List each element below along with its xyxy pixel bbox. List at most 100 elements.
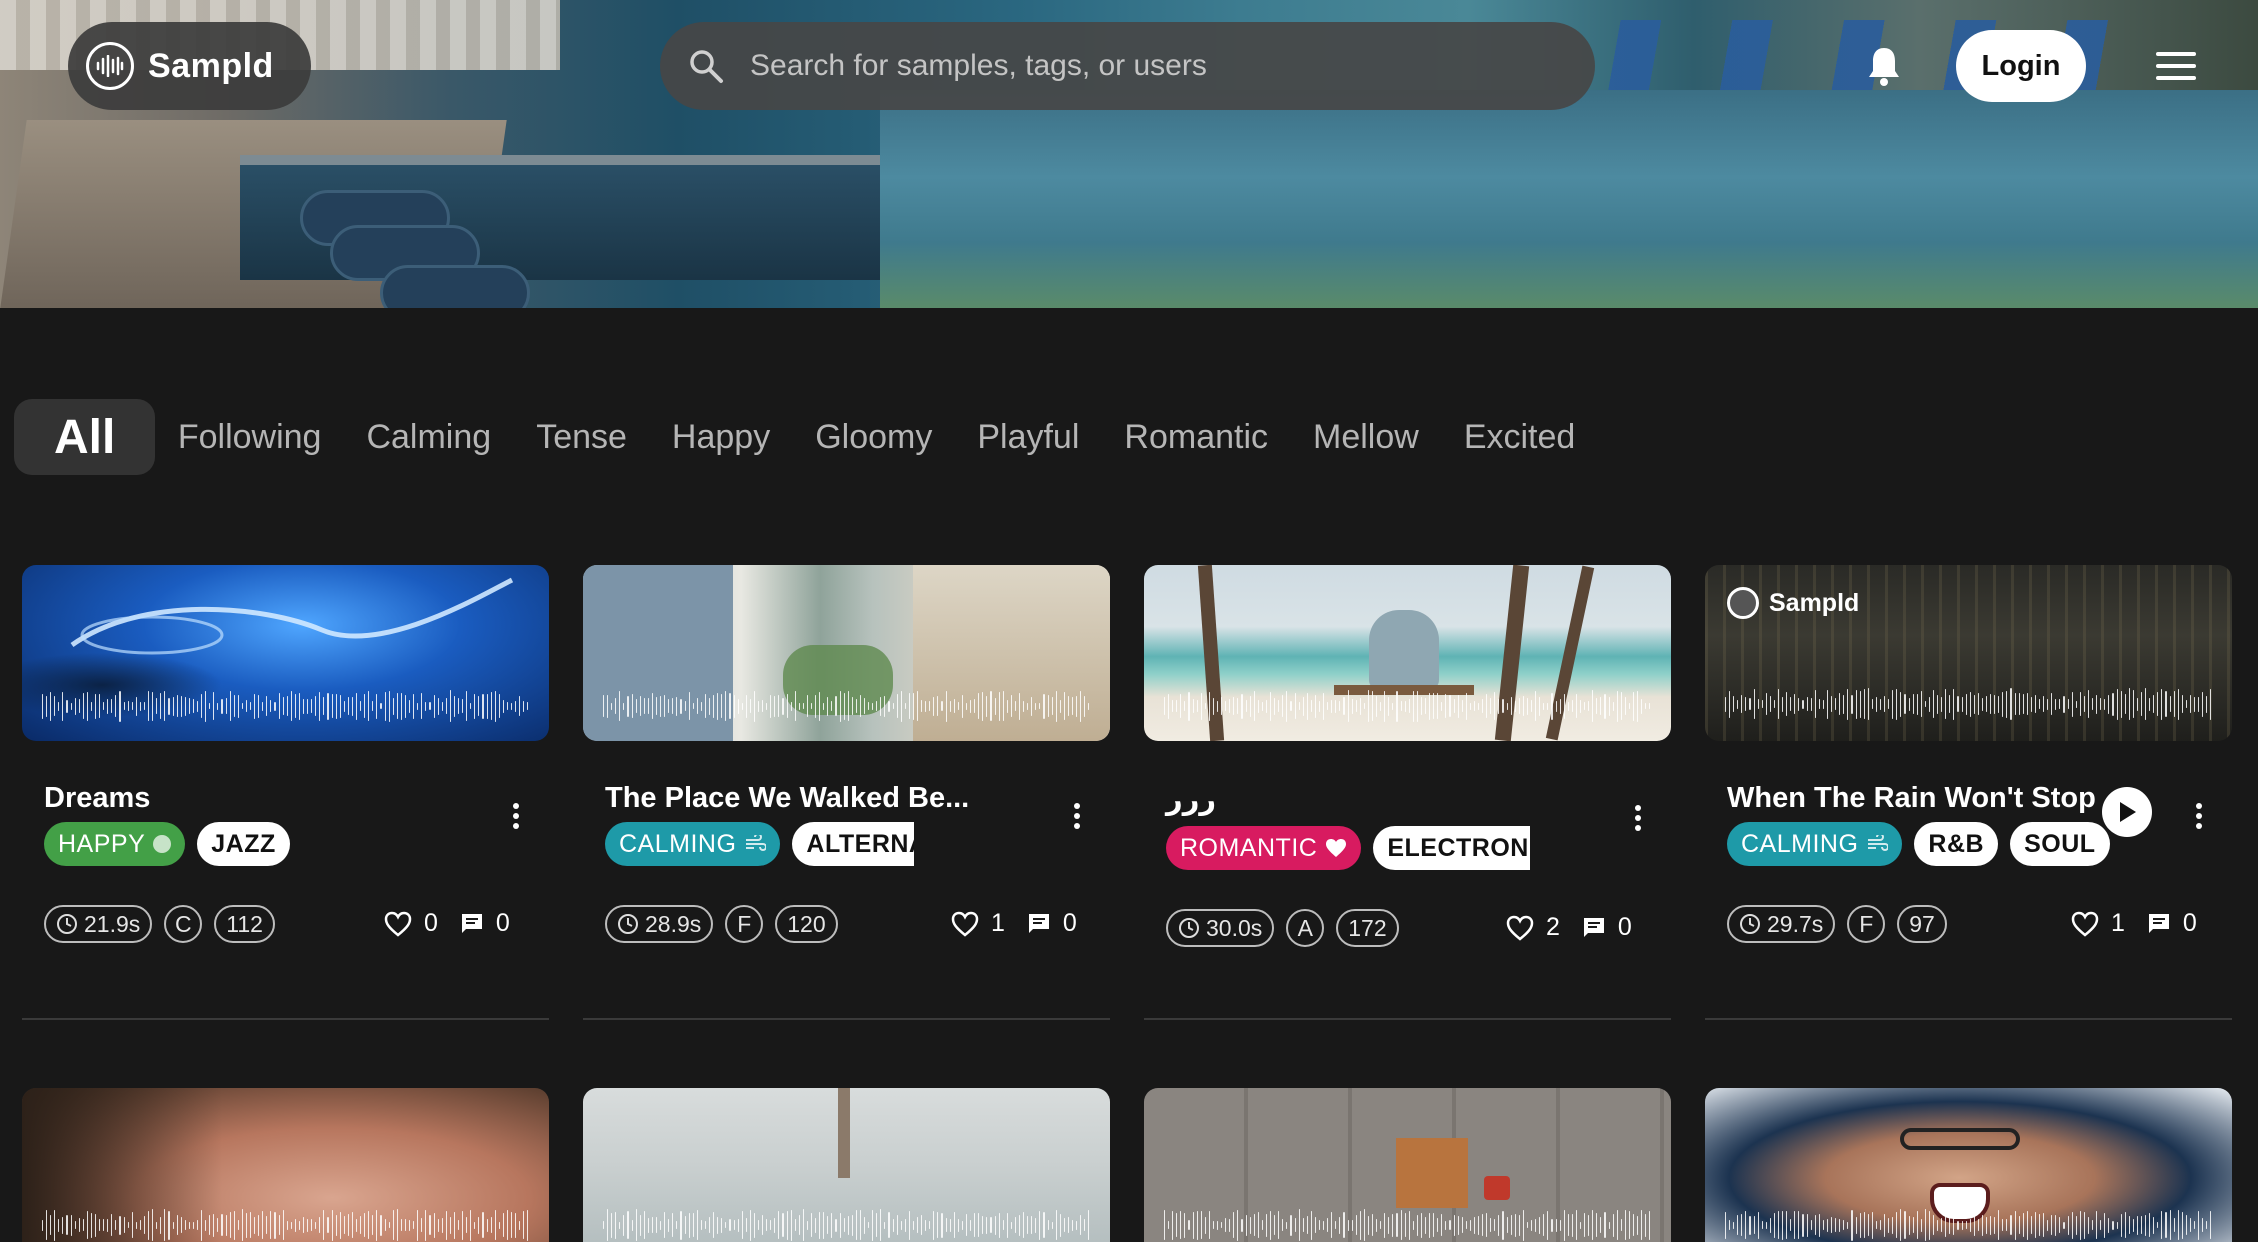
- waveform-bar: [1257, 1212, 1259, 1238]
- sample-card[interactable]: Dreams HAPPY JAZZ 21.9s C 112 0 0: [22, 565, 549, 943]
- sample-card[interactable]: Sampld When The Rain Won't Stop CALMING …: [1705, 565, 2232, 943]
- waveform-bar: [2116, 688, 2118, 720]
- tab-mellow[interactable]: Mellow: [1291, 399, 1442, 475]
- circle-icon: [153, 835, 172, 853]
- duration-value: 21.9s: [84, 910, 141, 937]
- mood-tag[interactable]: CALMING: [1727, 822, 1903, 866]
- genre-tag[interactable]: ALTERNATIVE: [792, 822, 915, 866]
- sample-thumbnail[interactable]: [1144, 565, 1671, 741]
- like-button[interactable]: 0: [384, 909, 438, 938]
- waveform-bar: [631, 1219, 633, 1231]
- sample-card[interactable]: [1705, 1088, 2232, 1242]
- tab-excited[interactable]: Excited: [1441, 399, 1598, 475]
- waveform-bar: [717, 1216, 719, 1234]
- waveform-bar: [1604, 693, 1606, 719]
- comment-icon: [1583, 917, 1604, 937]
- waveform-bar: [103, 1219, 105, 1231]
- sample-thumbnail[interactable]: [22, 1088, 549, 1242]
- more-options-icon[interactable]: [512, 803, 520, 829]
- notification-bell-icon[interactable]: [1866, 44, 1902, 88]
- sample-card[interactable]: [22, 1088, 549, 1242]
- waveform-bar: [1818, 1213, 1820, 1237]
- sample-card[interactable]: The Place We Walked Be... CALMING ALTERN…: [583, 565, 1110, 943]
- more-options-icon[interactable]: [1634, 805, 1642, 831]
- tab-playful[interactable]: Playful: [955, 399, 1102, 475]
- tab-calming[interactable]: Calming: [344, 399, 514, 475]
- sample-thumbnail[interactable]: [583, 565, 1110, 741]
- waveform-bar: [404, 1219, 407, 1231]
- waveform-bar: [847, 691, 849, 721]
- logo[interactable]: Sampld: [68, 22, 311, 110]
- waveform-bar: [364, 694, 366, 718]
- tab-following[interactable]: Following: [155, 399, 344, 475]
- waveform-bar: [205, 1219, 207, 1231]
- sample-thumbnail[interactable]: [22, 565, 549, 741]
- waveform-bar: [1531, 1219, 1533, 1231]
- more-options-icon[interactable]: [2195, 803, 2203, 829]
- tab-all[interactable]: All: [14, 399, 156, 475]
- sample-thumbnail[interactable]: [1144, 1088, 1671, 1242]
- mood-tag[interactable]: HAPPY: [44, 822, 186, 866]
- login-button[interactable]: Login: [1956, 30, 2086, 102]
- waveform-bar: [933, 696, 935, 716]
- waveform-bar: [168, 697, 170, 715]
- waveform-bar: [380, 703, 382, 709]
- sample-title: Dreams: [44, 782, 151, 814]
- genre-tag[interactable]: ELECTRONIC: [1373, 826, 1531, 870]
- comment-button[interactable]: 0: [460, 909, 510, 938]
- tab-gloomy[interactable]: Gloomy: [793, 399, 955, 475]
- waveform-bar: [1063, 692, 1065, 720]
- waveform-bar: [1990, 1215, 1992, 1235]
- waveform-bar: [925, 700, 927, 712]
- waveform-bar: [1347, 1219, 1349, 1231]
- genre-tag[interactable]: R&B: [1914, 822, 1999, 866]
- waveform-bar: [2039, 1214, 2041, 1236]
- like-button[interactable]: 1: [951, 909, 1005, 938]
- waveform-bar: [1245, 1214, 1247, 1236]
- waveform-bar: [1465, 1221, 1467, 1229]
- waveform-bar: [1164, 697, 1166, 715]
- waveform-bar: [392, 697, 394, 715]
- waveform-bar: [1778, 689, 1780, 719]
- waveform-bar: [737, 1218, 739, 1232]
- waveform-bar: [664, 1212, 666, 1238]
- waveform-bar: [855, 699, 857, 713]
- sample-thumbnail[interactable]: [583, 1088, 1110, 1242]
- waveform-bar: [1814, 1215, 1816, 1235]
- waveform-bar: [119, 1215, 121, 1235]
- sample-thumbnail[interactable]: Sampld: [1705, 565, 2232, 741]
- waveform-bar: [713, 1212, 715, 1238]
- search-input[interactable]: [750, 49, 1570, 83]
- waveform-bar: [331, 1209, 333, 1241]
- waveform-bar: [343, 700, 345, 712]
- comment-button[interactable]: 0: [1027, 909, 1077, 938]
- search-bar[interactable]: [660, 22, 1595, 110]
- genre-tag[interactable]: JAZZ: [197, 822, 290, 866]
- waveform-bar: [315, 696, 317, 716]
- sample-thumbnail[interactable]: [1705, 1088, 2232, 1242]
- comment-button[interactable]: 0: [1582, 913, 1632, 942]
- more-options-icon[interactable]: [1073, 803, 1081, 829]
- comment-button[interactable]: 0: [2147, 909, 2197, 938]
- waveform-bar: [1920, 1218, 1922, 1232]
- tab-happy[interactable]: Happy: [649, 399, 792, 475]
- waveform-bar: [1567, 701, 1569, 711]
- waveform-bar: [1592, 690, 1594, 722]
- sample-card[interactable]: [1144, 1088, 1671, 1242]
- waveform-bar: [506, 1210, 508, 1240]
- waveform-bar: [1733, 696, 1735, 712]
- mood-tag[interactable]: CALMING: [605, 822, 781, 866]
- like-button[interactable]: 2: [1506, 913, 1560, 942]
- sample-card[interactable]: ررر ROMANTIC ELECTRONIC 30.0s A 172 2 0: [1144, 565, 1671, 947]
- sample-card[interactable]: [583, 1088, 1110, 1242]
- waveform-bar: [1339, 1216, 1341, 1234]
- genre-tag[interactable]: SOUL: [2010, 822, 2110, 866]
- like-button[interactable]: 1: [2071, 909, 2125, 938]
- tab-tense[interactable]: Tense: [514, 399, 650, 475]
- tab-romantic[interactable]: Romantic: [1102, 399, 1291, 475]
- hamburger-menu-icon[interactable]: [2156, 52, 2196, 80]
- waveform-bar: [413, 693, 415, 719]
- waveform-bar: [945, 1218, 947, 1232]
- mood-tag[interactable]: ROMANTIC: [1166, 826, 1362, 870]
- waveform-bar: [982, 691, 984, 721]
